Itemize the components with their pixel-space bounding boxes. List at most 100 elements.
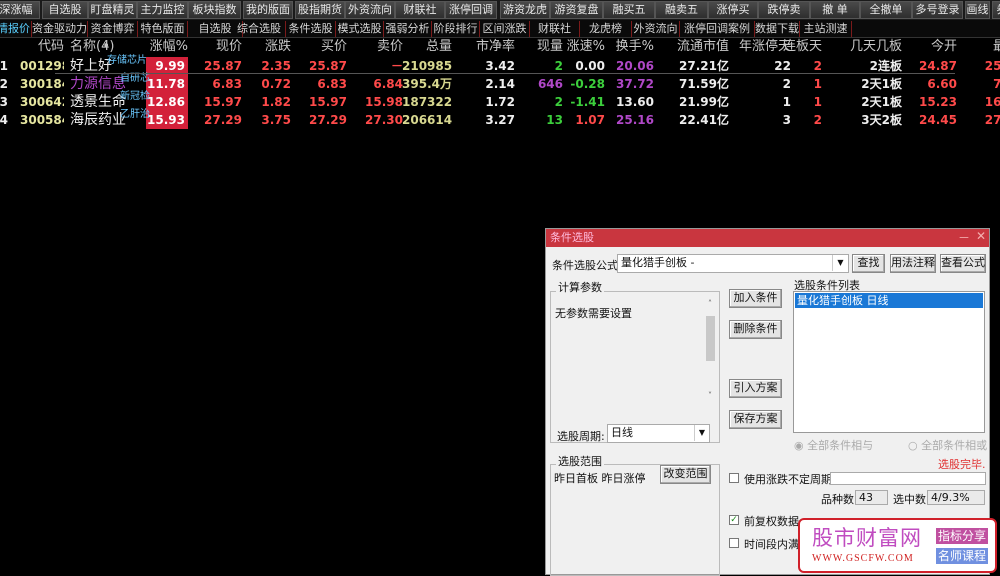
tab-3[interactable]: 特色版面	[138, 21, 188, 37]
save-plan-button[interactable]: 保存方案	[729, 410, 782, 429]
toolbar-button[interactable]: 多号登录	[912, 1, 963, 19]
column-header[interactable]: 卖价	[353, 38, 403, 56]
toolbar-button[interactable]: 撤 单	[810, 1, 860, 19]
cell-chg: 1.82	[261, 95, 291, 109]
concept-tag: 存储芯片	[107, 55, 147, 66]
import-plan-button[interactable]: 引入方案	[729, 379, 782, 398]
tab-11[interactable]: 财联社	[530, 21, 580, 37]
table-row[interactable]: 4300584海辰药业15.9327.293.7527.2927.3020661…	[0, 109, 1000, 129]
formula-label: 条件选股公式	[552, 259, 618, 272]
toolbar-button[interactable]: 涨停回调	[445, 1, 497, 19]
toolbar-button[interactable]: 深涨幅	[0, 1, 40, 19]
radio-or-label: 全部条件相或	[921, 439, 988, 452]
toolbar-button[interactable]: 游资复盘	[550, 1, 603, 19]
tab-7[interactable]: 模式选股	[336, 21, 384, 37]
formula-select[interactable]: 量化猎手创板 - ▼	[617, 254, 849, 273]
column-header[interactable]: 买价	[297, 38, 347, 56]
column-header[interactable]: 现量	[523, 38, 563, 56]
column-header[interactable]: 最	[966, 38, 1000, 56]
toolbar-button[interactable]: 全撤单	[860, 1, 912, 19]
add-condition-button[interactable]: 加入条件	[729, 289, 782, 308]
toolbar-button[interactable]: 我的版面	[243, 1, 293, 19]
toolbar-button[interactable]: 融买五	[603, 1, 655, 19]
fq-checkbox[interactable]: ✓	[729, 515, 739, 525]
condition-list-item[interactable]: 量化猎手创板 日线	[795, 293, 983, 308]
tab-5[interactable]: 综合选股	[233, 21, 286, 37]
toolbar-button[interactable]: 游资龙虎	[500, 1, 550, 19]
toolbar-button[interactable]: 外资流向	[345, 1, 395, 19]
view-formula-button[interactable]: 查看公式	[940, 254, 986, 273]
column-header[interactable]: 流通市值	[659, 38, 729, 56]
tab-2[interactable]: 资金博弈	[88, 21, 138, 37]
tab-9[interactable]: 阶段排行	[432, 21, 480, 37]
tab-10[interactable]: 区间涨跌	[480, 21, 530, 37]
column-header[interactable]: 现价	[192, 38, 242, 56]
cell-streak: 1	[813, 95, 822, 109]
cell-code: 300642	[20, 95, 64, 109]
find-button[interactable]: 查找	[852, 254, 885, 273]
toolbar-button[interactable]: 涨停买	[708, 1, 758, 19]
tab-0[interactable]: 情报价	[0, 21, 32, 37]
radio-or[interactable]: ○ 全部条件相或	[908, 437, 987, 453]
tab-16[interactable]: 主站测速	[800, 21, 852, 37]
table-row[interactable]: 2300184力源信息11.786.830.726.836.84395.4万2.…	[0, 73, 1000, 93]
cell-vol: 187322	[402, 95, 452, 109]
cell-pb: 3.27	[485, 113, 515, 127]
use-period-checkbox[interactable]	[729, 473, 739, 483]
cell-streak: 1	[813, 77, 822, 91]
cell-high: 7.	[993, 77, 1000, 91]
cell-turn: 25.16	[616, 113, 654, 127]
column-header[interactable]: 代码	[20, 38, 64, 56]
tab-8[interactable]: 强弱分析	[384, 21, 432, 37]
toolbar-button[interactable]: 券	[992, 1, 1000, 19]
time-cond-checkbox[interactable]	[729, 538, 739, 548]
tab-14[interactable]: 涨停回调案例	[680, 21, 755, 37]
cell-boards: 2天1板	[861, 77, 902, 91]
column-header[interactable]: 涨速%	[563, 38, 605, 56]
minimize-icon[interactable]: －	[958, 229, 970, 246]
column-header[interactable]: 今开	[907, 38, 957, 56]
tab-1[interactable]: 资金驱动力	[32, 21, 88, 37]
toolbar-button[interactable]: 板块指数	[188, 1, 241, 19]
toolbar-button[interactable]: 融卖五	[655, 1, 708, 19]
column-header[interactable]: 几天几板	[827, 38, 902, 56]
column-header[interactable]: 涨跌	[246, 38, 291, 56]
toolbar-button[interactable]: 画线	[965, 1, 990, 19]
cell-high: 25.	[984, 59, 1000, 73]
column-header[interactable]: 总量	[402, 38, 452, 56]
cell-pb: 2.14	[485, 77, 515, 91]
column-header[interactable]: 市净率	[465, 38, 515, 56]
tab-12[interactable]: 龙虎榜	[580, 21, 632, 37]
toolbar-button[interactable]: 股指期货	[295, 1, 345, 19]
column-header[interactable]: 连板天	[782, 38, 822, 56]
toolbar-button[interactable]: 自选股	[42, 1, 88, 19]
cell-pct: 15.93	[146, 111, 188, 129]
cell-open: 15.23	[919, 95, 957, 109]
cell-pct: 12.86	[146, 93, 188, 111]
radio-and[interactable]: ◉ 全部条件相与	[794, 437, 873, 453]
tab-15[interactable]: 数据下载	[755, 21, 800, 37]
params-scrollbar[interactable]: ˄ ˅	[704, 299, 716, 404]
period-select[interactable]: 日线 ▼	[607, 424, 710, 443]
delete-condition-button[interactable]: 删除条件	[729, 320, 782, 339]
change-scope-button[interactable]: 改变范围	[660, 465, 711, 484]
column-header[interactable]: 涨幅%	[146, 38, 188, 56]
cell-bid: 6.83	[317, 77, 347, 91]
chevron-down-icon: ▼	[832, 255, 848, 271]
tab-6[interactable]: 条件选股	[286, 21, 336, 37]
params-text: 无参数需要设置	[555, 307, 632, 320]
close-icon[interactable]: ✕	[976, 229, 986, 243]
toolbar-button[interactable]: 财联社	[395, 1, 445, 19]
column-header[interactable]: 换手%	[609, 38, 654, 56]
toolbar-button[interactable]: 跌停卖	[758, 1, 810, 19]
toolbar-button[interactable]: 主力监控	[137, 1, 188, 19]
cell-price: 15.97	[204, 95, 242, 109]
chevron-down-icon: ▼	[694, 425, 709, 441]
toolbar-button[interactable]: 盯盘精灵	[88, 1, 137, 19]
usage-button[interactable]: 用法注释	[890, 254, 936, 273]
condition-list[interactable]: 量化猎手创板 日线	[793, 291, 985, 433]
count-label: 品种数	[821, 493, 854, 506]
table-row[interactable]: 3300642透景生命12.8615.971.8215.9715.9818732…	[0, 91, 1000, 111]
tab-13[interactable]: 外资流向	[632, 21, 680, 37]
period-input[interactable]	[830, 472, 986, 485]
